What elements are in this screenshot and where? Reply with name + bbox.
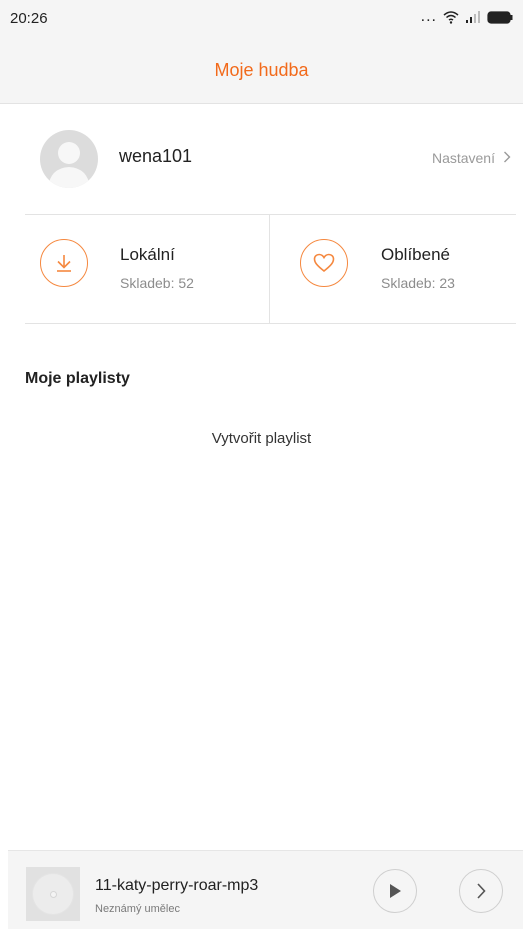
favorites-card-count: Skladeb: 23 <box>381 275 455 291</box>
heart-icon <box>300 239 348 287</box>
local-card-title: Lokální <box>120 245 175 264</box>
local-music-card[interactable]: Lokální Skladeb: 52 <box>25 215 269 323</box>
user-silhouette-icon <box>48 142 90 188</box>
username: wena101 <box>119 146 193 166</box>
favorites-card-title: Oblíbené <box>381 245 450 264</box>
status-bar: 20:26 ... <box>0 0 523 36</box>
wifi-icon <box>443 10 459 24</box>
profile-row[interactable]: wena101 Nastavení <box>0 104 523 214</box>
playlists-section-title: Moje playlisty <box>25 370 130 387</box>
disc-icon <box>32 873 74 915</box>
chevron-right-icon <box>477 883 486 899</box>
next-button[interactable] <box>459 869 503 913</box>
track-artist: Neznámý umělec <box>95 903 180 915</box>
app-header: Moje hudba <box>0 36 523 104</box>
status-time: 20:26 <box>10 10 48 27</box>
download-icon <box>40 239 88 287</box>
disc-hole <box>49 890 57 898</box>
settings-label: Nastavení <box>431 150 495 166</box>
settings-link[interactable]: Nastavení <box>432 150 511 166</box>
track-title: 11-katy-perry-roar-mp3 <box>95 877 259 894</box>
status-icons: ... <box>421 8 513 26</box>
local-card-count: Skladeb: 52 <box>120 275 194 291</box>
play-button[interactable] <box>373 869 417 913</box>
music-screen: 20:26 ... Moje hudba wena101 Nastavení L… <box>0 0 523 929</box>
battery-icon <box>487 10 513 24</box>
signal-icon <box>465 11 481 23</box>
avatar[interactable] <box>40 130 98 188</box>
create-playlist-button[interactable]: Vytvořit playlist <box>0 430 523 447</box>
divider <box>25 323 516 324</box>
play-icon <box>390 884 401 898</box>
album-art[interactable] <box>26 867 80 921</box>
page-title: Moje hudba <box>214 60 309 80</box>
mini-player[interactable]: 11-katy-perry-roar-mp3 Neznámý umělec <box>8 850 523 929</box>
notification-dots-icon: ... <box>420 8 437 25</box>
chevron-right-icon <box>503 150 511 166</box>
favorites-card[interactable]: Oblíbené Skladeb: 23 <box>270 215 516 323</box>
